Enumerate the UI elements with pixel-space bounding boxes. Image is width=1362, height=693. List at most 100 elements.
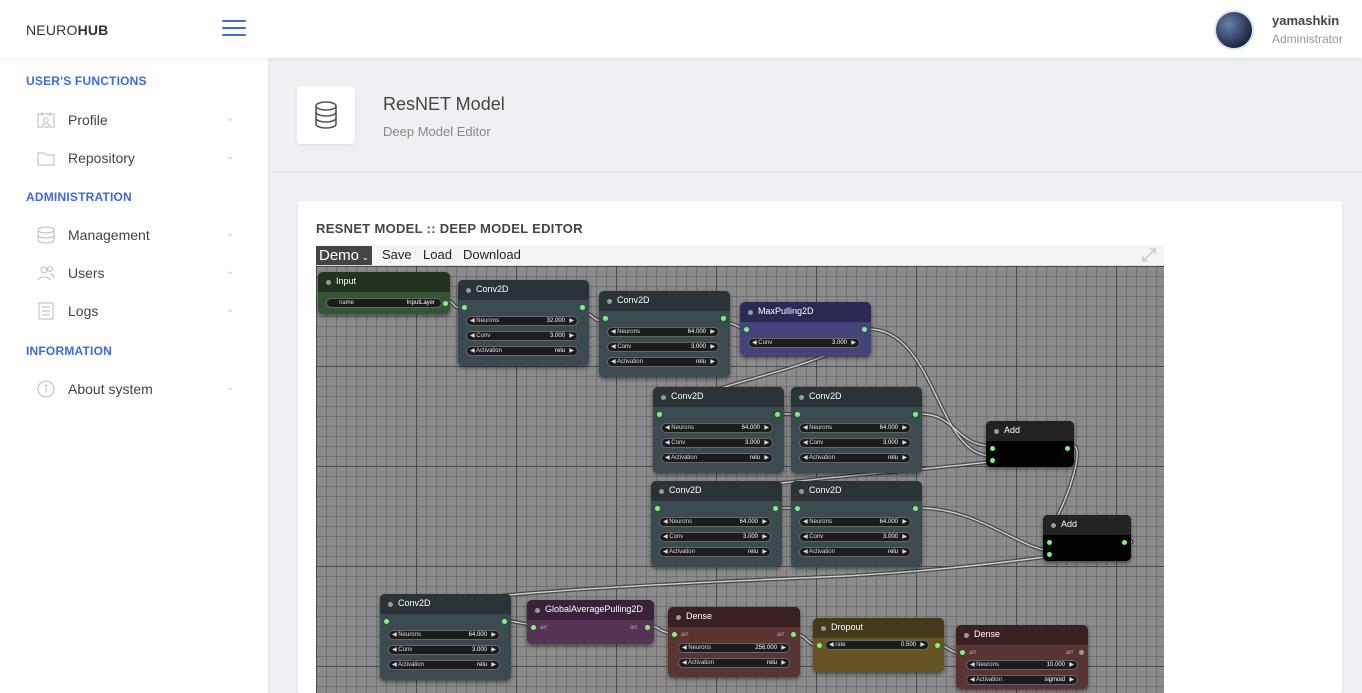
sidebar-item-profile[interactable]: Profile ⌄ xyxy=(26,105,246,135)
input-slot[interactable] xyxy=(990,458,995,463)
input-slot[interactable] xyxy=(795,412,800,417)
output-slot[interactable] xyxy=(913,506,918,511)
avatar[interactable] xyxy=(1214,10,1254,50)
sidebar-item-users[interactable]: Users ⌄ xyxy=(26,258,246,288)
input-slot[interactable] xyxy=(384,619,389,624)
download-button[interactable]: Download xyxy=(463,247,521,262)
output-slot[interactable] xyxy=(913,412,918,417)
input-slot[interactable] xyxy=(531,625,536,630)
neurons-field[interactable]: ◀ Neurons 64.000 ▶ xyxy=(388,630,500,640)
chevron-down-icon: ⌄ xyxy=(226,304,235,315)
input-slot[interactable] xyxy=(744,327,749,332)
node-conv2d-4[interactable]: Conv2D ◀ Neurons 64.000 ▶ ◀ Conv 3.000 ▶ ◀ A… xyxy=(791,387,922,473)
page-title: ResNET Model xyxy=(383,94,505,114)
sidebar: USER'S FUNCTIONS Profile ⌄ Repository ⌄ … xyxy=(0,58,268,693)
output-slot[interactable] xyxy=(862,327,867,332)
output-slot[interactable] xyxy=(645,625,650,630)
input-slot[interactable] xyxy=(817,643,822,648)
chevron-down-icon: ⌄ xyxy=(226,113,235,124)
node-globalaveragepulling2d[interactable]: GlobalAveragePulling2D arr arr xyxy=(527,600,654,644)
node-dense-1[interactable]: Dense arr arr ◀ Neurons 256.000 ▶ ◀ Activa… xyxy=(668,607,800,677)
node-conv2d-5[interactable]: Conv2D ◀ Neurons 64.000 ▶ ◀ Conv 3.000 ▶ ◀ A… xyxy=(651,481,782,567)
input-slot[interactable] xyxy=(672,632,677,637)
input-slot[interactable] xyxy=(960,650,965,655)
rate-field[interactable]: ◀ rate 0.500 ▶ xyxy=(825,640,929,650)
input-slot[interactable] xyxy=(1047,552,1052,557)
brand-logo[interactable]: NEUROHUB xyxy=(26,22,109,38)
activation-field[interactable]: ◀ Activation relu ▶ xyxy=(661,453,773,463)
neurons-field[interactable]: ◀ Neurons 64.000 ▶ xyxy=(799,517,911,527)
conv-field[interactable]: ◀ Conv 3.000 ▶ xyxy=(659,532,771,542)
node-title: Conv2D xyxy=(671,391,704,401)
output-slot[interactable] xyxy=(502,619,507,624)
demo-dropdown[interactable]: Demo ⌄ xyxy=(316,246,373,265)
node-conv2d-7[interactable]: Conv2D ◀ Neurons 64.000 ▶ ◀ Conv 3.000 ▶ ◀ A… xyxy=(380,594,511,680)
input-slot[interactable] xyxy=(990,446,995,451)
neurons-field[interactable]: ◀ Neurons 64.000 ▶ xyxy=(799,423,911,433)
input-slot[interactable] xyxy=(603,316,608,321)
chevron-down-icon: ⌄ xyxy=(226,151,235,162)
node-add-1[interactable]: Add xyxy=(986,421,1074,467)
neurons-field[interactable]: ◀ Neurons 32.000 ▶ xyxy=(466,316,578,326)
conv-field[interactable]: ◀ Conv 3.000 ▶ xyxy=(748,338,860,348)
output-slot[interactable] xyxy=(935,643,940,648)
output-slot[interactable] xyxy=(1122,540,1127,545)
sidebar-item-management[interactable]: Management ⌄ xyxy=(26,220,246,250)
expand-icon[interactable] xyxy=(1142,248,1156,262)
node-title: Add xyxy=(1004,425,1021,435)
output-slot[interactable] xyxy=(721,316,726,321)
neurons-field[interactable]: ◀ Neurons 10.000 ▶ xyxy=(966,660,1078,670)
sidebar-item-logs[interactable]: Logs ⌄ xyxy=(26,296,246,326)
sidebar-item-label: Repository xyxy=(68,150,135,166)
output-slot[interactable] xyxy=(443,301,448,306)
node-dense-2[interactable]: Dense arr arr ◀ Neurons 10.000 ▶ ◀ Activat… xyxy=(956,625,1088,689)
activation-field[interactable]: ◀ Activation relu ▶ xyxy=(799,453,911,463)
node-dropout[interactable]: Dropout ◀ rate 0.500 ▶ xyxy=(813,618,944,672)
node-conv2d-1[interactable]: Conv2D ◀ Neurons 32.000 ▶ ◀ Conv 3.000 ▶ ◀ A… xyxy=(458,280,589,366)
input-slot[interactable] xyxy=(462,305,467,310)
conv-field[interactable]: ◀ Conv 3.000 ▶ xyxy=(661,438,773,448)
activation-field[interactable]: ◀ Activation relu ▶ xyxy=(659,547,771,557)
output-slot[interactable] xyxy=(580,305,585,310)
neurons-field[interactable]: ◀ Neurons 64.000 ▶ xyxy=(659,517,771,527)
node-add-2[interactable]: Add xyxy=(1043,515,1131,561)
node-maxpulling2d[interactable]: MaxPulling2D ◀ Conv 3.000 ▶ xyxy=(740,302,871,356)
conv-field[interactable]: ◀ Conv 3.000 ▶ xyxy=(799,532,911,542)
sidebar-item-repository[interactable]: Repository ⌄ xyxy=(26,143,246,173)
section-title-information: INFORMATION xyxy=(26,344,112,358)
node-conv2d-6[interactable]: Conv2D ◀ Neurons 64.000 ▶ ◀ Conv 3.000 ▶ ◀ A… xyxy=(791,481,922,567)
neurons-field[interactable]: ◀ Neurons 256.000 ▶ xyxy=(678,643,790,653)
activation-field[interactable]: ◀ Activation relu ▶ xyxy=(466,346,578,356)
input-slot[interactable] xyxy=(795,506,800,511)
activation-field[interactable]: ◀ Activation relu ▶ xyxy=(607,357,719,367)
load-button[interactable]: Load xyxy=(423,247,452,262)
conv-field[interactable]: ◀ Conv 3.000 ▶ xyxy=(388,645,500,655)
name-field[interactable]: name InputLayer xyxy=(326,298,442,308)
user-name[interactable]: yamashkin xyxy=(1272,13,1339,28)
output-slot[interactable] xyxy=(791,632,796,637)
activation-field[interactable]: ◀ Activation relu ▶ xyxy=(388,660,500,670)
activation-field[interactable]: ◀ Activation relu ▶ xyxy=(678,658,790,668)
output-slot[interactable] xyxy=(1065,446,1070,451)
output-slot[interactable] xyxy=(773,506,778,511)
input-slot[interactable] xyxy=(655,506,660,511)
output-slot[interactable] xyxy=(1079,650,1084,655)
output-slot[interactable] xyxy=(775,412,780,417)
sidebar-item-about-system[interactable]: About system ⌄ xyxy=(26,374,246,404)
node-title: Conv2D xyxy=(809,485,842,495)
menu-toggle-icon[interactable] xyxy=(222,20,246,38)
input-slot[interactable] xyxy=(657,412,662,417)
conv-field[interactable]: ◀ Conv 3.000 ▶ xyxy=(799,438,911,448)
neurons-field[interactable]: ◀ Neurons 64.000 ▶ xyxy=(661,423,773,433)
neurons-field[interactable]: ◀ Neurons 64.000 ▶ xyxy=(607,327,719,337)
activation-field[interactable]: ◀ Activation sigmoid ▶ xyxy=(966,675,1078,685)
graph-canvas[interactable]: Input name InputLayer Conv2D ◀ Neurons 32.… xyxy=(316,266,1164,693)
node-conv2d-2[interactable]: Conv2D ◀ Neurons 64.000 ▶ ◀ Conv 3.000 ▶ ◀ A… xyxy=(599,291,730,377)
conv-field[interactable]: ◀ Conv 3.000 ▶ xyxy=(466,331,578,341)
node-input[interactable]: Input name InputLayer xyxy=(318,272,450,314)
conv-field[interactable]: ◀ Conv 3.000 ▶ xyxy=(607,342,719,352)
activation-field[interactable]: ◀ Activation relu ▶ xyxy=(799,547,911,557)
input-slot[interactable] xyxy=(1047,540,1052,545)
node-conv2d-3[interactable]: Conv2D ◀ Neurons 64.000 ▶ ◀ Conv 3.000 ▶ ◀ A… xyxy=(653,387,784,473)
save-button[interactable]: Save xyxy=(382,247,412,262)
